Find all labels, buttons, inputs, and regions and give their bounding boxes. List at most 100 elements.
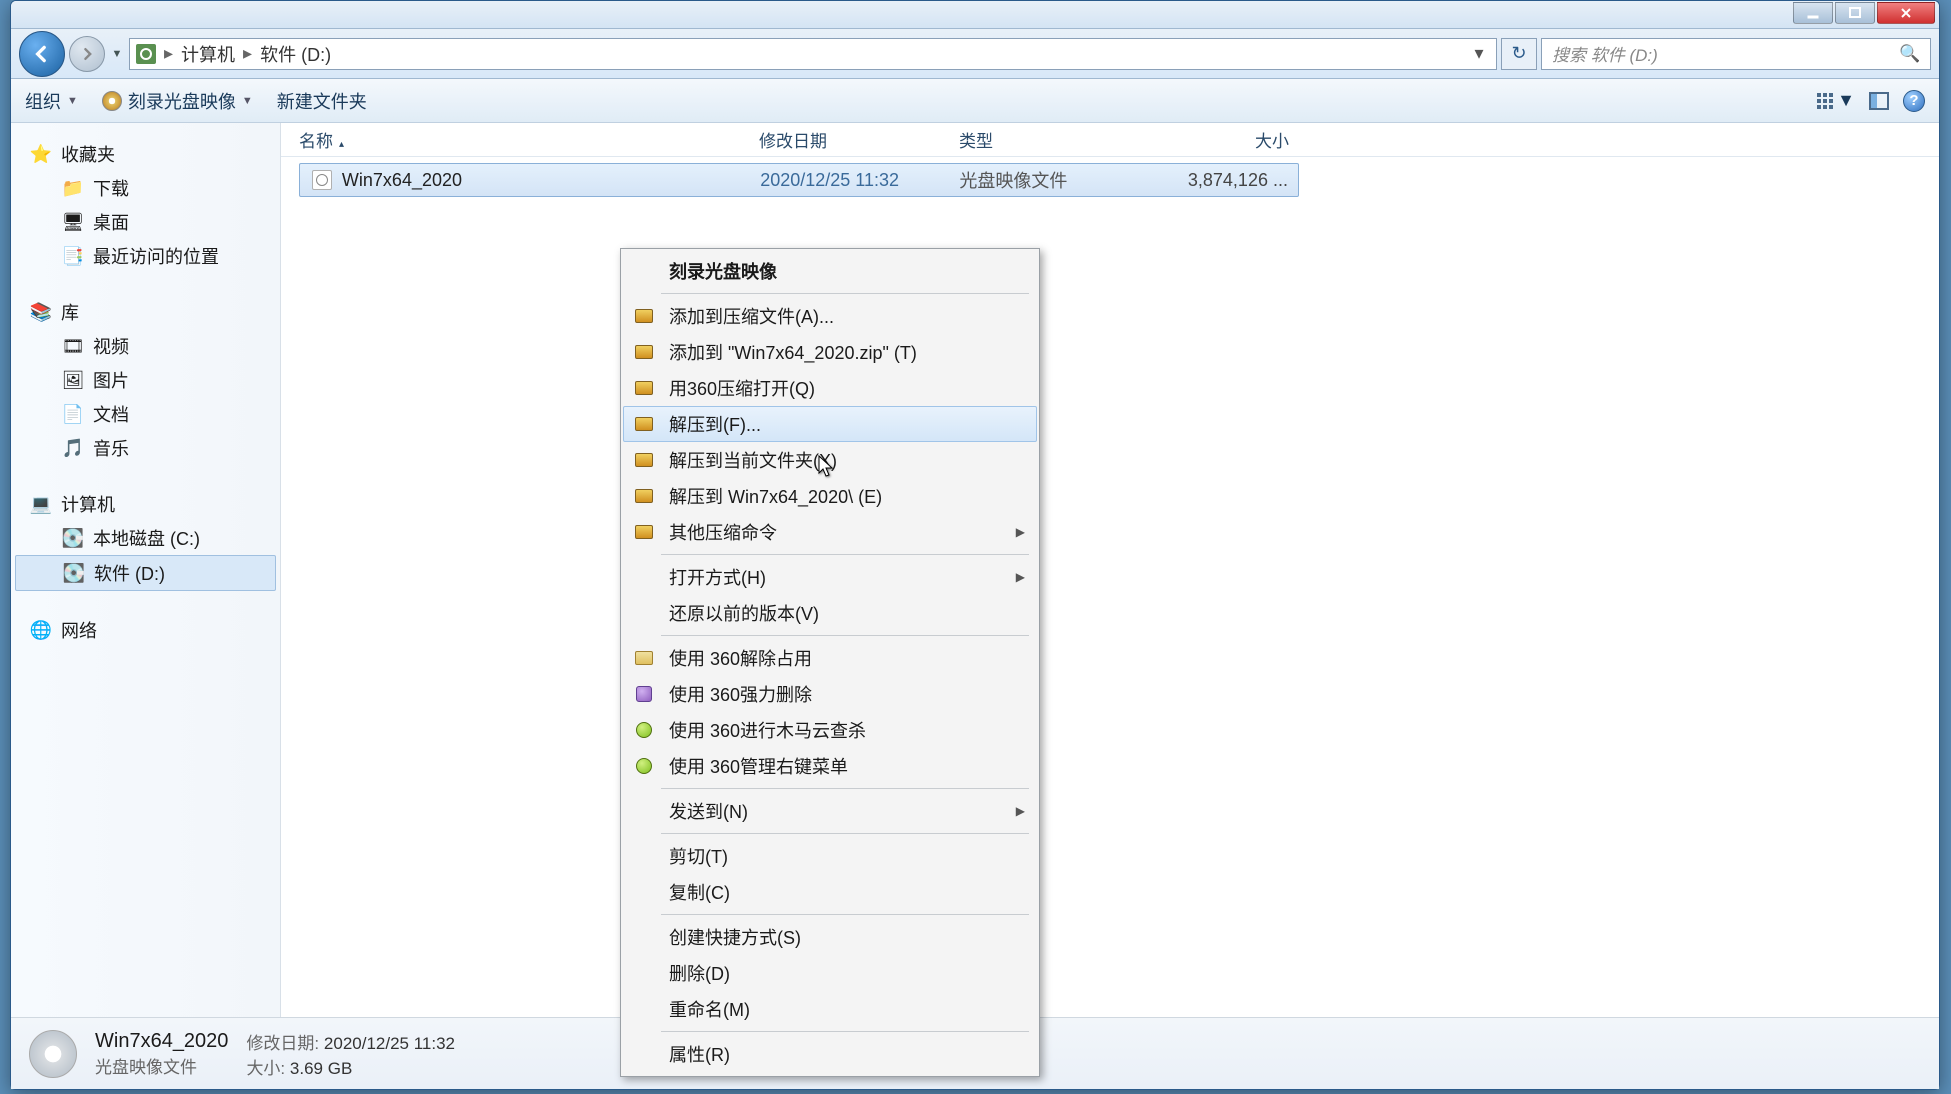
ctx-add-to-archive[interactable]: 添加到压缩文件(A)... [623, 298, 1037, 334]
file-name: Win7x64_2020 [342, 170, 760, 191]
sidebar-item-desktop[interactable]: 🖥桌面 [11, 205, 280, 239]
ctx-360-force-delete[interactable]: 使用 360强力删除 [623, 676, 1037, 712]
sidebar-item-recent[interactable]: 📑最近访问的位置 [11, 239, 280, 273]
ctx-copy[interactable]: 复制(C) [623, 874, 1037, 910]
breadcrumb-drive[interactable]: 软件 (D:) [260, 41, 331, 67]
help-button[interactable]: ? [1903, 90, 1925, 112]
ctx-restore-previous[interactable]: 还原以前的版本(V) [623, 595, 1037, 631]
sidebar-libraries[interactable]: 📚库 [11, 295, 280, 329]
titlebar [11, 1, 1939, 29]
breadcrumb-sep: ▸ [164, 43, 173, 64]
iso-file-icon [312, 170, 332, 190]
details-date: 2020/12/25 11:32 [324, 1034, 455, 1053]
column-name[interactable]: 名称▴ [299, 127, 759, 152]
desktop-icon: 🖥 [63, 212, 83, 232]
navigation-pane: ⭐收藏夹 📁下载 🖥桌面 📑最近访问的位置 📚库 🎞视频 🖼图片 📄文档 🎵音乐… [11, 123, 281, 1017]
sidebar-computer[interactable]: 💻计算机 [11, 487, 280, 521]
ctx-360-unlock[interactable]: 使用 360解除占用 [623, 640, 1037, 676]
submenu-arrow-icon: ▶ [1016, 525, 1025, 539]
maximize-button[interactable] [1835, 2, 1875, 24]
chevron-down-icon: ▼ [242, 95, 253, 107]
minimize-button[interactable] [1793, 2, 1833, 24]
search-box[interactable]: 搜索 软件 (D:) 🔍 [1541, 38, 1931, 70]
menu-separator [661, 788, 1029, 789]
computer-icon: 💻 [31, 494, 51, 514]
360-icon [636, 686, 652, 702]
window-controls [1793, 1, 1939, 28]
ctx-open-with[interactable]: 打开方式(H)▶ [623, 559, 1037, 595]
sidebar-item-pictures[interactable]: 🖼图片 [11, 363, 280, 397]
details-date-label: 修改日期: [246, 1034, 319, 1053]
network-icon: 🌐 [31, 620, 51, 640]
menu-separator [661, 833, 1029, 834]
ctx-create-shortcut[interactable]: 创建快捷方式(S) [623, 919, 1037, 955]
forward-button[interactable] [69, 36, 105, 72]
sidebar-item-music[interactable]: 🎵音乐 [11, 431, 280, 465]
column-type[interactable]: 类型 [959, 127, 1169, 152]
column-size[interactable]: 大小 [1169, 127, 1299, 152]
ctx-extract-named[interactable]: 解压到 Win7x64_2020\ (E) [623, 478, 1037, 514]
archive-icon [635, 309, 653, 323]
archive-icon [635, 417, 653, 431]
ctx-open-with-360zip[interactable]: 用360压缩打开(Q) [623, 370, 1037, 406]
close-button[interactable] [1877, 2, 1935, 24]
menu-separator [661, 1031, 1029, 1032]
sidebar-item-documents[interactable]: 📄文档 [11, 397, 280, 431]
refresh-button[interactable]: ↻ [1501, 38, 1537, 70]
file-thumbnail-icon [29, 1030, 77, 1078]
ctx-burn-disc[interactable]: 刻录光盘映像 [623, 253, 1037, 289]
back-button[interactable] [19, 31, 65, 77]
picture-icon: 🖼 [63, 370, 83, 390]
ctx-other-zip[interactable]: 其他压缩命令▶ [623, 514, 1037, 550]
search-placeholder: 搜索 软件 (D:) [1552, 41, 1658, 66]
breadcrumb-computer[interactable]: 计算机 [181, 41, 235, 67]
burn-disc-button[interactable]: 刻录光盘映像 ▼ [102, 88, 253, 114]
archive-icon [635, 381, 653, 395]
sidebar-favorites[interactable]: ⭐收藏夹 [11, 137, 280, 171]
details-type: 光盘映像文件 [95, 1053, 228, 1078]
organize-button[interactable]: 组织 ▼ [25, 88, 78, 114]
sidebar-item-videos[interactable]: 🎞视频 [11, 329, 280, 363]
archive-icon [635, 489, 653, 503]
music-icon: 🎵 [63, 438, 83, 458]
star-icon: ⭐ [31, 144, 51, 164]
360-icon [635, 651, 653, 665]
view-icon [1817, 93, 1833, 109]
preview-pane-button[interactable] [1869, 92, 1889, 110]
details-size-label: 大小: [246, 1059, 285, 1078]
details-size: 3.69 GB [290, 1059, 352, 1078]
sidebar-item-drive-d[interactable]: 💽软件 (D:) [15, 555, 276, 591]
address-bar[interactable]: ▸ 计算机 ▸ 软件 (D:) ▾ [129, 38, 1497, 70]
new-folder-button[interactable]: 新建文件夹 [277, 88, 367, 114]
nav-history-dropdown[interactable]: ▼ [109, 48, 125, 60]
360-icon [636, 758, 652, 774]
burn-label: 刻录光盘映像 [128, 88, 236, 114]
sidebar-network[interactable]: 🌐网络 [11, 613, 280, 647]
sort-indicator-icon: ▴ [339, 139, 344, 150]
ctx-extract-to[interactable]: 解压到(F)... [623, 406, 1037, 442]
ctx-send-to[interactable]: 发送到(N)▶ [623, 793, 1037, 829]
ctx-360-manage-menu[interactable]: 使用 360管理右键菜单 [623, 748, 1037, 784]
submenu-arrow-icon: ▶ [1016, 804, 1025, 818]
disc-icon [102, 91, 122, 111]
breadcrumb-sep: ▸ [243, 43, 252, 64]
ctx-add-to-zip[interactable]: 添加到 "Win7x64_2020.zip" (T) [623, 334, 1037, 370]
ctx-delete[interactable]: 删除(D) [623, 955, 1037, 991]
address-dropdown[interactable]: ▾ [1468, 43, 1490, 64]
file-row[interactable]: Win7x64_2020 2020/12/25 11:32 光盘映像文件 3,8… [299, 163, 1299, 197]
search-icon: 🔍 [1900, 44, 1920, 64]
ctx-properties[interactable]: 属性(R) [623, 1036, 1037, 1072]
ctx-cut[interactable]: 剪切(T) [623, 838, 1037, 874]
view-button[interactable]: ▼ [1817, 90, 1855, 111]
library-icon: 📚 [31, 302, 51, 322]
ctx-extract-here[interactable]: 解压到当前文件夹(X) [623, 442, 1037, 478]
sidebar-item-downloads[interactable]: 📁下载 [11, 171, 280, 205]
ctx-rename[interactable]: 重命名(M) [623, 991, 1037, 1027]
menu-separator [661, 293, 1029, 294]
ctx-360-scan[interactable]: 使用 360进行木马云查杀 [623, 712, 1037, 748]
archive-icon [635, 345, 653, 359]
sidebar-item-drive-c[interactable]: 💽本地磁盘 (C:) [11, 521, 280, 555]
command-bar: 组织 ▼ 刻录光盘映像 ▼ 新建文件夹 ▼ ? [11, 79, 1939, 123]
column-date[interactable]: 修改日期 [759, 127, 959, 152]
folder-icon: 📁 [63, 178, 83, 198]
